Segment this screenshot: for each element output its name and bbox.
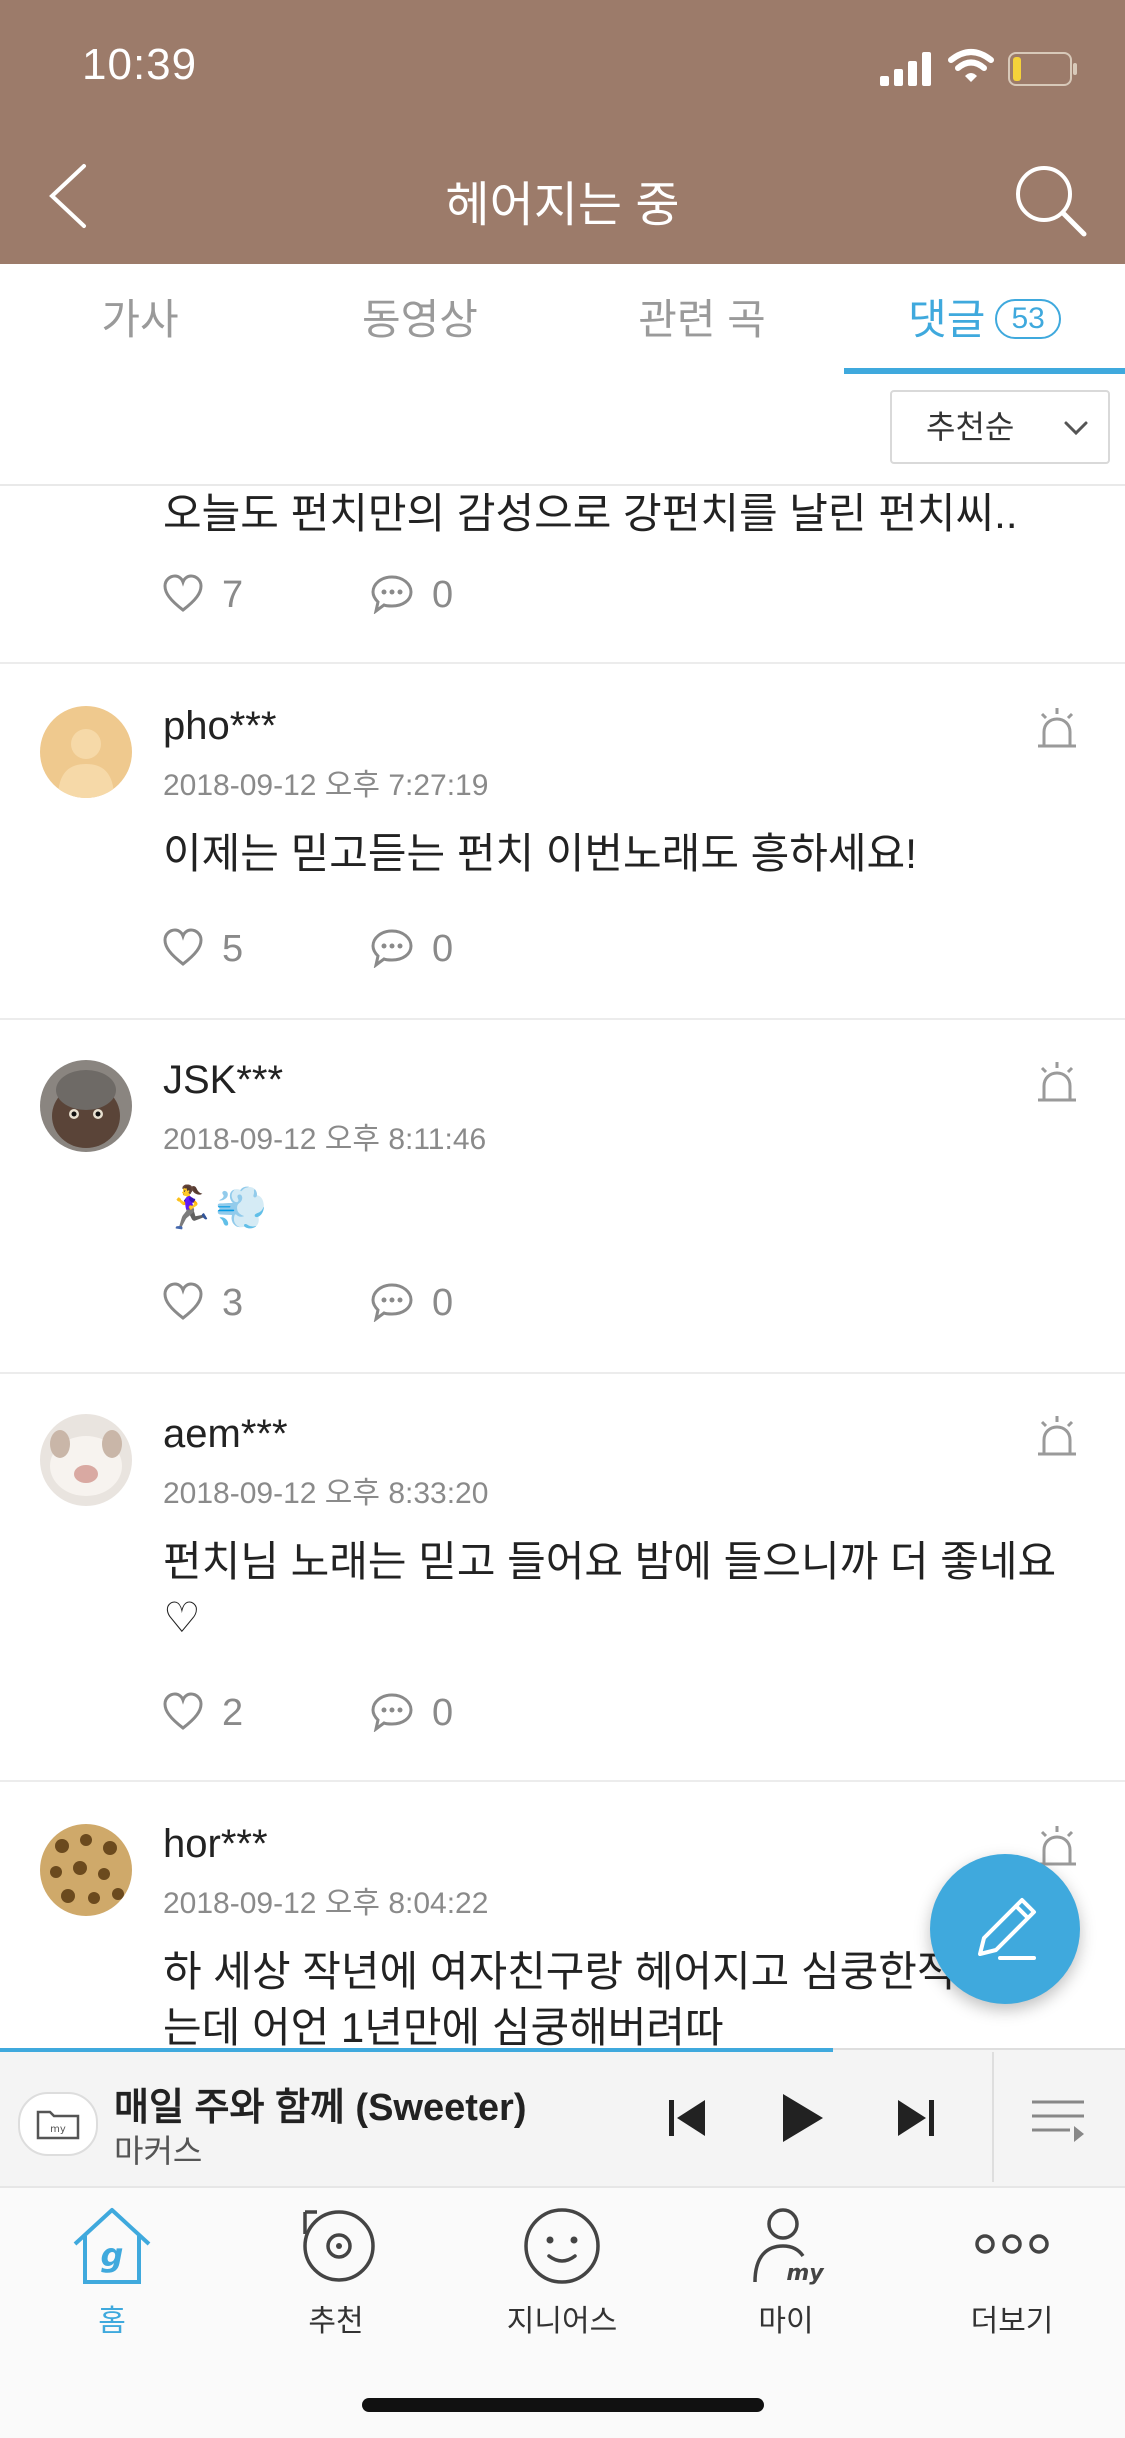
default-avatar-icon bbox=[40, 706, 132, 798]
my-folder-icon: my bbox=[36, 2110, 80, 2140]
comment-text: 펀치님 노래는 믿고 들어요 밤에 들으니까 더 좋네요 ♡ bbox=[163, 1538, 1057, 1641]
disc-icon bbox=[303, 2210, 375, 2282]
reply-count: 0 bbox=[432, 1692, 454, 1734]
comment-item: JSK*** 2018-09-12 오후 8:11:46 🏃‍♀️💨 3 0 bbox=[0, 1018, 1125, 1374]
sort-dropdown[interactable]: 추천순 bbox=[890, 390, 1110, 464]
reply-icon[interactable] bbox=[370, 928, 414, 968]
home-icon: g bbox=[73, 2208, 151, 2284]
nav-my-label: 마이 bbox=[758, 2305, 814, 2338]
chevron-down-icon bbox=[1064, 421, 1088, 436]
nav-genius[interactable]: 지니어스 bbox=[482, 2200, 642, 2340]
user-my-icon: my bbox=[753, 2208, 825, 2286]
skip-previous-icon[interactable] bbox=[665, 2092, 709, 2144]
reply-count: 0 bbox=[432, 928, 454, 970]
comment-count-badge: 53 bbox=[995, 298, 1061, 339]
like-count: 7 bbox=[222, 574, 244, 616]
home-indicator bbox=[362, 2398, 764, 2412]
tab-bar: 가사 동영상 관련 곡 댓글 53 bbox=[0, 264, 1125, 378]
nav-more-label: 더보기 bbox=[970, 2305, 1054, 2338]
status-time: 10:39 bbox=[82, 40, 198, 89]
pencil-icon bbox=[978, 1898, 1036, 1960]
comment-item: aem*** 2018-09-12 오후 8:33:20 펀치님 노래는 믿고 … bbox=[0, 1372, 1125, 1782]
svg-text:my: my bbox=[50, 2124, 66, 2135]
siren-report-icon[interactable] bbox=[1034, 706, 1080, 752]
reply-icon[interactable] bbox=[370, 1282, 414, 1322]
comment-text: 이제는 믿고듣는 펀치 이번노래도 흥하세요! bbox=[163, 830, 917, 877]
comment-item: 오늘도 펀치만의 감성으로 강펀치를 날린 펀치씨.. 7 0 bbox=[0, 486, 1125, 664]
svg-text:g: g bbox=[101, 2236, 124, 2274]
smiley-icon bbox=[524, 2208, 600, 2284]
nav-recommend-label: 추천 bbox=[308, 2305, 364, 2338]
album-art[interactable]: my bbox=[18, 2092, 98, 2156]
playback-progress-bar[interactable] bbox=[0, 2048, 833, 2052]
reply-icon[interactable] bbox=[370, 1692, 414, 1732]
wifi-icon bbox=[948, 49, 994, 82]
write-comment-button[interactable] bbox=[930, 1854, 1080, 2004]
comment-username: JSK*** bbox=[163, 1058, 284, 1102]
siren-report-icon[interactable] bbox=[1034, 1414, 1080, 1460]
like-count: 2 bbox=[222, 1692, 244, 1734]
siren-report-icon[interactable] bbox=[1034, 1060, 1080, 1106]
heart-icon[interactable] bbox=[162, 574, 204, 614]
comment-item: pho*** 2018-09-12 오후 7:27:19 이제는 믿고듣는 펀치… bbox=[0, 664, 1125, 1020]
avatar[interactable] bbox=[40, 706, 132, 798]
reply-icon[interactable] bbox=[370, 574, 414, 614]
avatar[interactable] bbox=[40, 1824, 132, 1916]
nav-home-label: 홈 bbox=[98, 2305, 126, 2338]
like-count: 5 bbox=[222, 928, 244, 970]
comment-date: 2018-09-12 오후 8:33:20 bbox=[163, 1477, 489, 1510]
sort-label: 추천순 bbox=[926, 409, 1015, 445]
comment-text: 🏃‍♀️💨 bbox=[163, 1184, 268, 1231]
user-photo-avatar bbox=[40, 1060, 132, 1152]
avatar[interactable] bbox=[40, 1060, 132, 1152]
tab-comments-label: 댓글 bbox=[908, 296, 986, 343]
now-playing-artist[interactable]: 마커스 bbox=[114, 2126, 202, 2172]
nav-recommend[interactable]: 추천 bbox=[256, 2200, 416, 2340]
comment-username: hor*** bbox=[163, 1822, 268, 1866]
reply-count: 0 bbox=[432, 574, 454, 616]
now-playing-title[interactable]: 매일 주와 함께 (Sweeter) bbox=[114, 2076, 527, 2131]
nav-more[interactable]: 더보기 bbox=[932, 2200, 1092, 2340]
nav-home[interactable]: g 홈 bbox=[32, 2200, 192, 2340]
tab-comments[interactable]: 댓글 53 bbox=[844, 264, 1125, 376]
comment-username: aem*** bbox=[163, 1412, 288, 1456]
like-count: 3 bbox=[222, 1282, 244, 1324]
heart-icon[interactable] bbox=[162, 928, 204, 968]
user-photo-avatar bbox=[40, 1414, 132, 1506]
user-photo-avatar bbox=[40, 1824, 132, 1916]
player-divider bbox=[992, 2052, 994, 2182]
svg-text:my: my bbox=[786, 2261, 825, 2286]
more-dots-icon bbox=[975, 2234, 1049, 2254]
comment-date: 2018-09-12 오후 8:11:46 bbox=[163, 1123, 487, 1156]
heart-icon[interactable] bbox=[162, 1692, 204, 1732]
page-title: 헤어지는 중 bbox=[445, 179, 680, 232]
signal-icon bbox=[880, 52, 931, 86]
nav-my[interactable]: my 마이 bbox=[706, 2200, 866, 2340]
tab-lyrics[interactable]: 가사 bbox=[0, 264, 280, 376]
search-icon[interactable] bbox=[1010, 160, 1090, 240]
avatar[interactable] bbox=[40, 1414, 132, 1506]
play-icon[interactable] bbox=[777, 2090, 827, 2146]
tab-video[interactable]: 동영상 bbox=[280, 264, 560, 376]
playlist-icon[interactable] bbox=[1030, 2094, 1086, 2146]
comment-username: pho*** bbox=[163, 704, 277, 748]
reply-count: 0 bbox=[432, 1282, 454, 1324]
battery-icon bbox=[1008, 52, 1077, 86]
nav-genius-label: 지니어스 bbox=[506, 2305, 618, 2338]
skip-next-icon[interactable] bbox=[894, 2092, 938, 2144]
active-tab-indicator bbox=[844, 368, 1125, 374]
comment-date: 2018-09-12 오후 7:27:19 bbox=[163, 769, 489, 802]
heart-icon[interactable] bbox=[162, 1282, 204, 1322]
tab-related-songs[interactable]: 관련 곡 bbox=[560, 264, 844, 376]
comment-date: 2018-09-12 오후 8:04:22 bbox=[163, 1887, 489, 1920]
comment-text: 오늘도 펀치만의 감성으로 강펀치를 날린 펀치씨.. bbox=[163, 490, 1018, 537]
